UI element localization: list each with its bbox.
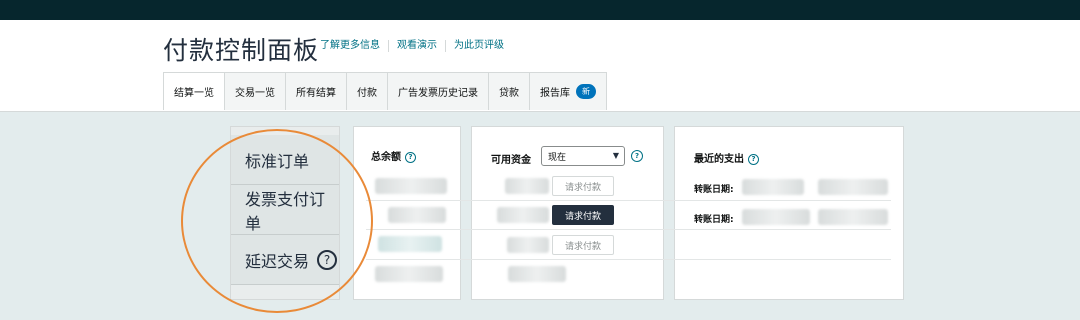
- total-balance-label: 总余额: [371, 152, 401, 163]
- help-icon[interactable]: ?: [317, 249, 338, 270]
- tab-ad-invoice-history[interactable]: 广告发票历史记录: [388, 72, 489, 110]
- transfer-amount-value: [818, 209, 888, 225]
- row-divider: [366, 200, 891, 201]
- row-divider: [366, 259, 891, 260]
- info-icon[interactable]: ?: [748, 153, 759, 165]
- balance-amount-2: [388, 207, 446, 223]
- transfer-amount-value: [818, 179, 888, 195]
- funds-amount-3: [507, 237, 549, 253]
- menu-item-label: 延迟交易: [245, 251, 310, 271]
- page-header: 付款控制面板 了解更多信息 观看演示 为此页评级 结算一览 交易一览 所有结算 …: [0, 20, 1080, 112]
- header-links: 了解更多信息 观看演示 为此页评级: [320, 40, 512, 52]
- tab-settlement-overview[interactable]: 结算一览: [163, 72, 225, 110]
- menu-item-invoiced-orders[interactable]: 发票支付订单: [231, 185, 339, 235]
- funds-amount-4: [508, 266, 566, 282]
- balance-amount-4: [375, 266, 443, 282]
- available-funds-title: 可用资金: [491, 155, 531, 166]
- page-title: 付款控制面板: [163, 36, 320, 65]
- info-icon[interactable]: ?: [405, 151, 416, 163]
- request-payment-button-active[interactable]: 请求付款: [552, 205, 614, 225]
- funds-amount-1: [505, 178, 549, 194]
- tab-all-settlements[interactable]: 所有结算: [286, 72, 347, 110]
- tab-reports-repository[interactable]: 报告库 新: [530, 72, 607, 110]
- watch-demo-link[interactable]: 观看演示: [388, 40, 445, 52]
- transfer-date-label: 转账日期:: [694, 215, 734, 225]
- top-nav-bar: [0, 0, 1080, 20]
- total-balance-title: 总余额?: [371, 148, 416, 163]
- transfer-date-label: 转账日期:: [694, 185, 734, 195]
- tab-bar: 结算一览 交易一览 所有结算 付款 广告发票历史记录 贷款 报告库 新: [163, 72, 607, 110]
- request-payment-button[interactable]: 请求付款: [552, 176, 614, 196]
- tab-transaction-overview[interactable]: 交易一览: [225, 72, 286, 110]
- recent-payouts-label: 最近的支出: [694, 154, 744, 165]
- funds-period-value: 现在: [548, 152, 567, 163]
- learn-more-link[interactable]: 了解更多信息: [320, 40, 388, 52]
- row-divider: [366, 229, 891, 230]
- funds-period-select[interactable]: 现在 ▼: [541, 146, 625, 166]
- info-icon[interactable]: ?: [631, 150, 643, 162]
- request-payment-button[interactable]: 请求付款: [552, 235, 614, 255]
- menu-item-deferred-transactions[interactable]: 延迟交易 ?: [231, 235, 339, 285]
- menu-item-standard-orders[interactable]: 标准订单: [231, 135, 339, 185]
- balance-amount-1: [375, 178, 447, 194]
- tab-payments[interactable]: 付款: [347, 72, 388, 110]
- tab-reports-label: 报告库: [540, 88, 570, 99]
- transfer-date-value: [742, 209, 810, 225]
- recent-payouts-title: 最近的支出?: [694, 150, 759, 165]
- order-type-menu: 标准订单 发票支付订单 延迟交易 ?: [230, 126, 340, 300]
- tab-loans[interactable]: 贷款: [489, 72, 530, 110]
- chevron-down-icon: ▼: [612, 151, 619, 160]
- transfer-date-value: [742, 179, 804, 195]
- menu-item-label: 发票支付订单: [245, 189, 326, 233]
- menu-item-label: 标准订单: [245, 151, 310, 171]
- rate-page-link[interactable]: 为此页评级: [445, 40, 512, 52]
- funds-amount-2: [497, 207, 549, 223]
- balance-amount-3: [378, 236, 442, 252]
- new-badge: 新: [576, 84, 596, 99]
